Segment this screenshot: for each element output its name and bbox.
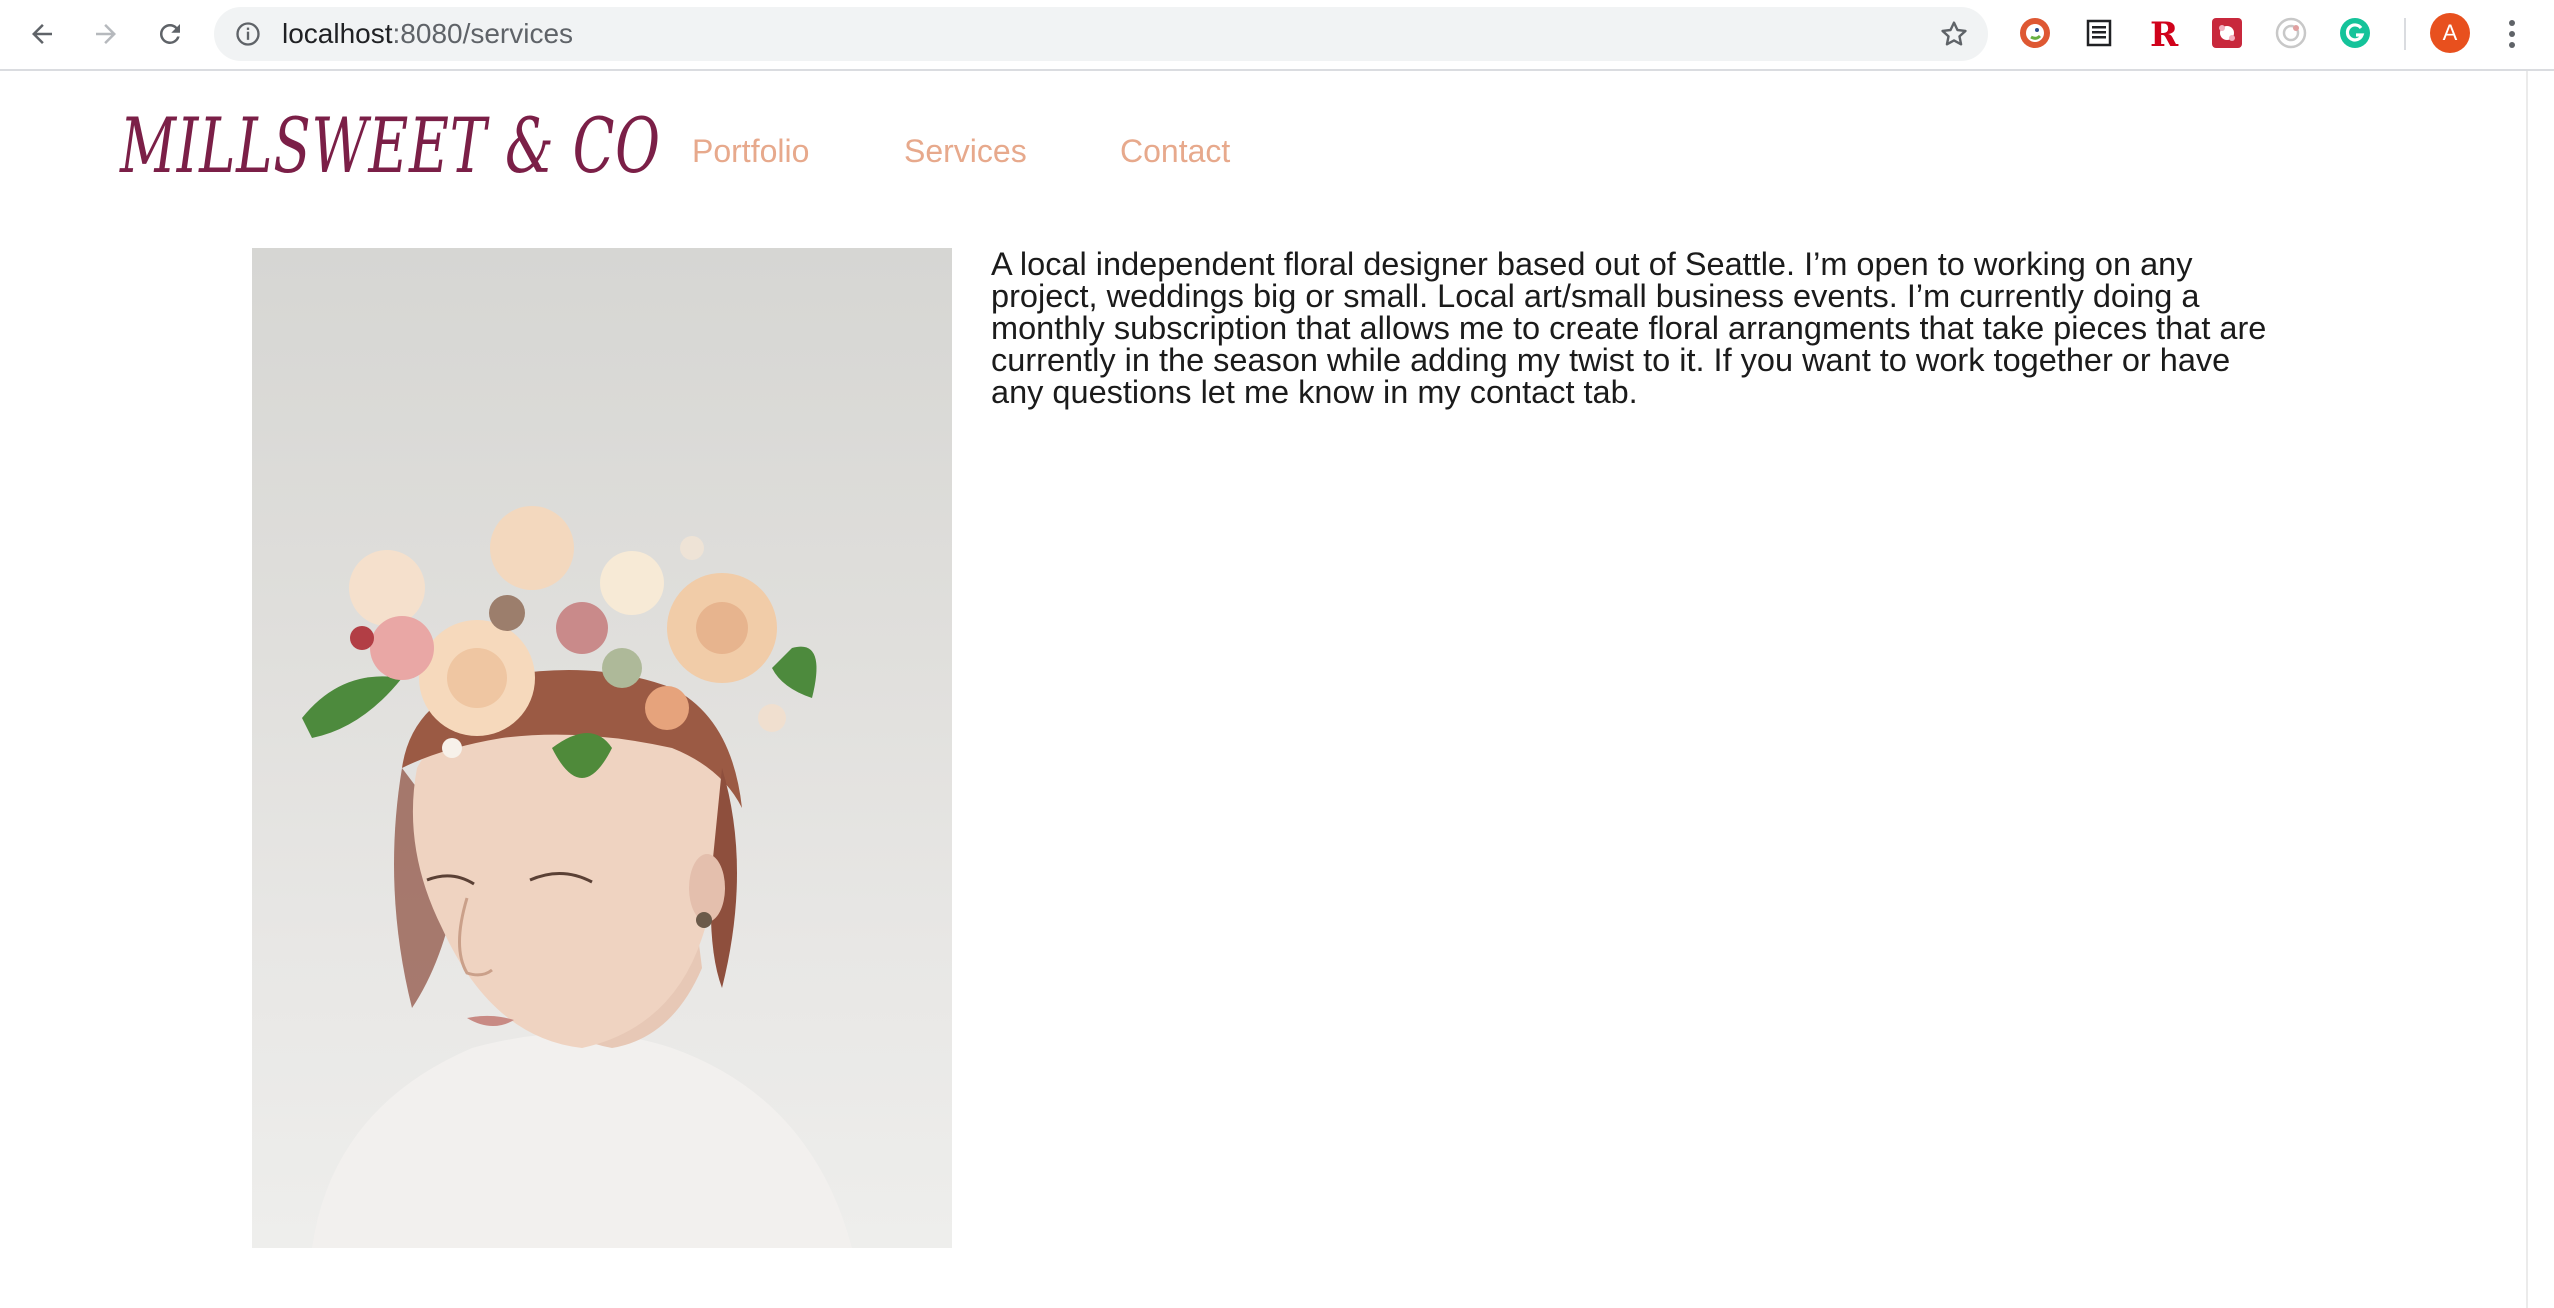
portrait-photo [252,248,952,1248]
url-path: :8080/services [392,18,574,49]
page: MILLSWEET & CO Portfolio Services Contac… [0,71,2526,1308]
nav-services[interactable]: Services [904,133,1027,170]
url-host: localhost [282,18,393,49]
address-bar[interactable]: localhost:8080/services [214,7,1988,61]
forward-arrow-icon [96,24,116,44]
duckduckgo-extension-icon[interactable] [2018,16,2052,50]
site-logo[interactable]: MILLSWEET & CO [120,101,661,190]
profile-avatar[interactable]: A [2430,13,2470,53]
more-menu-icon[interactable] [2500,14,2524,54]
browser-toolbar: localhost:8080/services R A [0,0,2554,71]
forward-button[interactable] [86,14,126,54]
services-description: A local independent floral designer base… [991,246,2267,410]
svg-text:R: R [2150,16,2179,50]
reader-extension-icon[interactable] [2082,16,2116,50]
page-scrollbar[interactable] [2526,71,2554,1308]
r-extension-icon[interactable]: R [2146,16,2180,50]
nav-portfolio[interactable]: Portfolio [692,133,809,170]
info-icon[interactable] [234,20,262,48]
toolbar-separator [2404,18,2406,50]
back-button[interactable] [22,14,62,54]
target-extension-icon[interactable] [2274,16,2308,50]
flower-extension-icon[interactable] [2210,16,2244,50]
grammarly-extension-icon[interactable] [2338,16,2372,50]
back-arrow-icon [32,24,52,44]
bookmark-star-icon[interactable] [1938,18,1970,50]
url-text[interactable]: localhost:8080/services [282,7,573,61]
reload-icon [159,23,180,44]
nav-contact[interactable]: Contact [1120,133,1230,170]
reload-button[interactable] [150,14,190,54]
